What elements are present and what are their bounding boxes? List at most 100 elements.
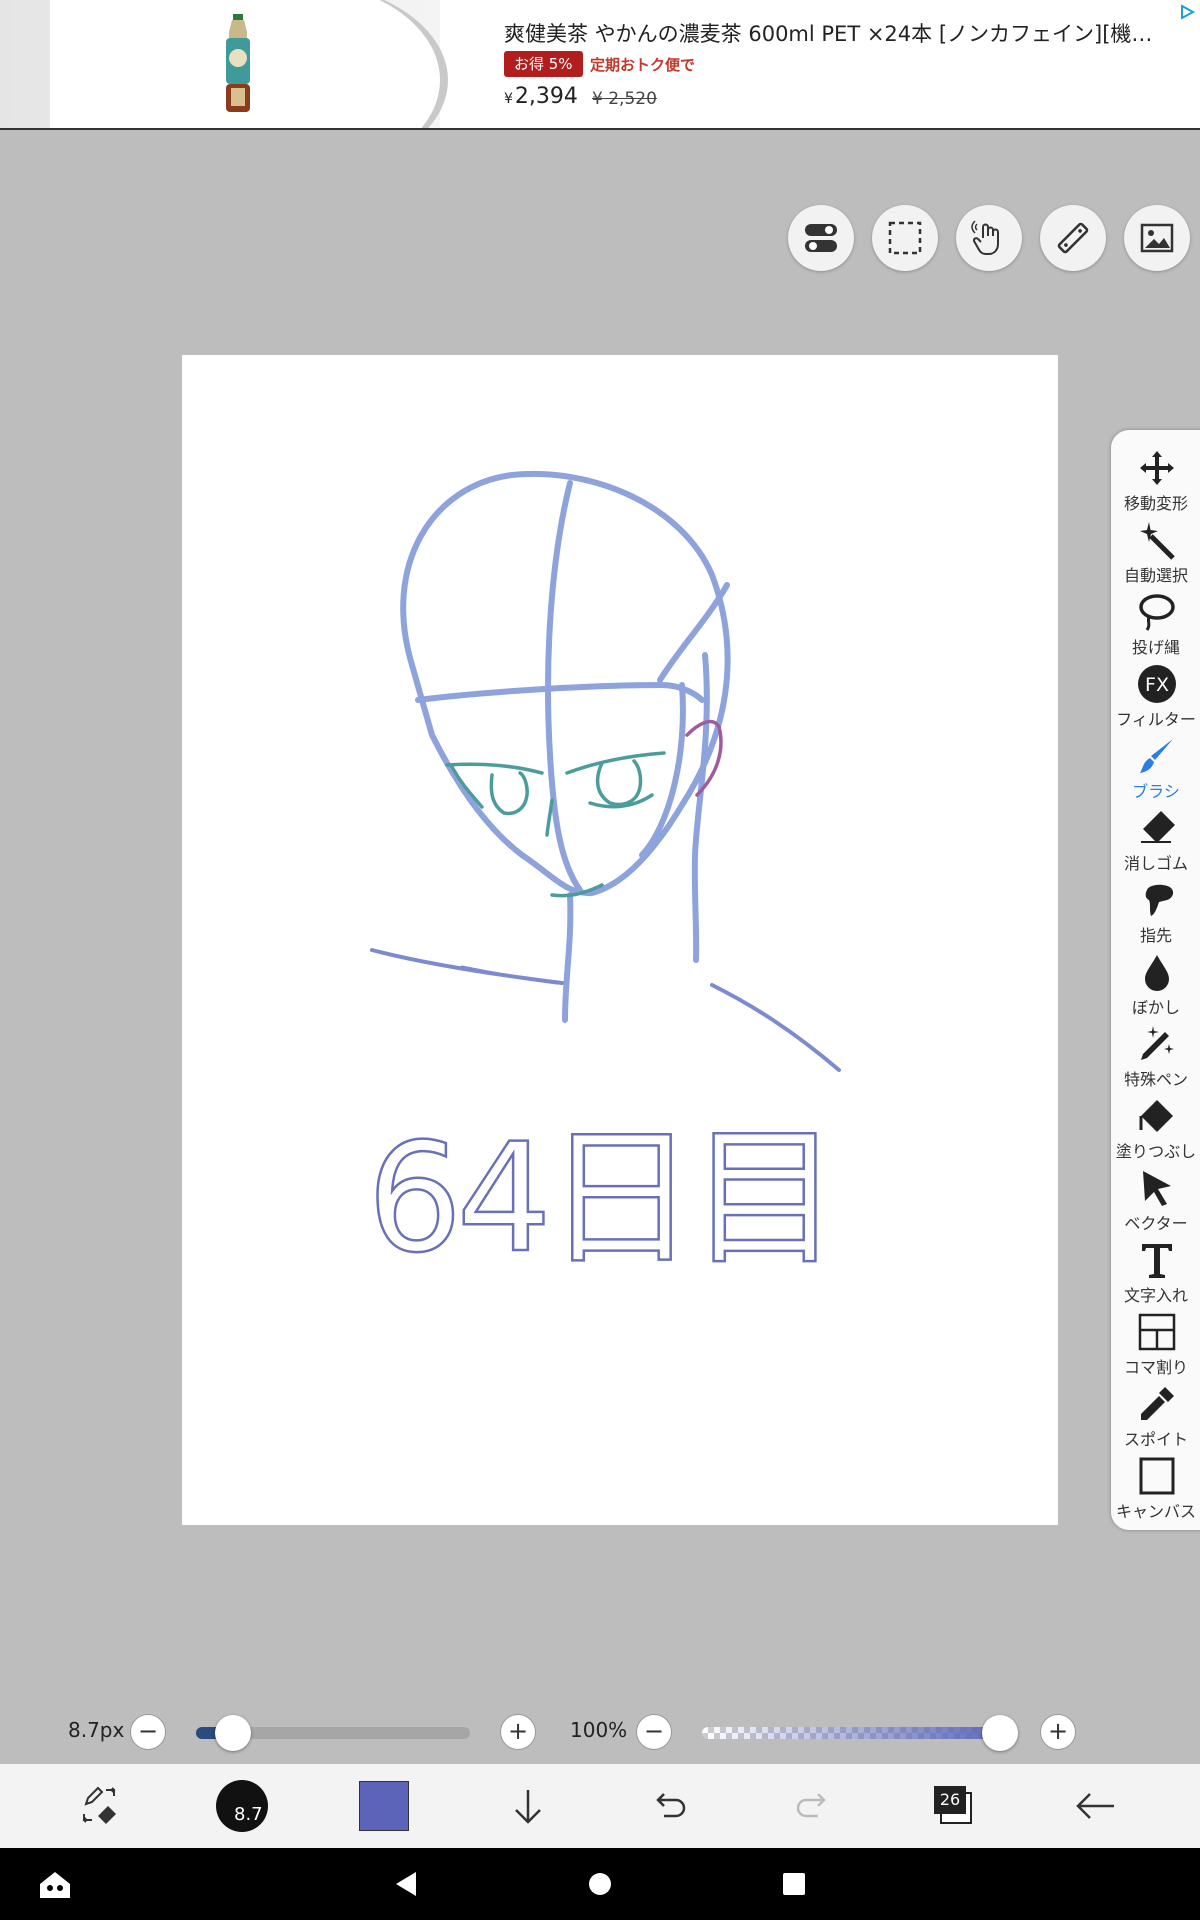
accessibility-icon[interactable] [38, 1870, 72, 1900]
tool-label: キャンバス [1115, 1502, 1196, 1521]
system-navigation-bar [0, 1848, 1200, 1920]
image-icon [1140, 223, 1174, 253]
currency-symbol: ¥ [504, 91, 513, 107]
tool-label: 指先 [1139, 926, 1172, 945]
lasso-icon [1139, 594, 1175, 631]
brush-size-increase-button[interactable]: + [500, 1714, 536, 1750]
brush-size-decrease-button[interactable]: − [130, 1714, 166, 1750]
tool-canvas[interactable]: キャンバス [1111, 1452, 1200, 1524]
tool-label: 投げ縄 [1131, 638, 1180, 657]
tool-lasso[interactable]: 投げ縄 [1111, 588, 1200, 660]
tool-auto-select[interactable]: 自動選択 [1111, 516, 1200, 588]
tool-brush[interactable]: ブラシ [1111, 732, 1200, 804]
tool-palette: 移動変形 自動選択 投げ縄 FX フィルター ブラシ 消しゴム 指先 ぼかし 特… [1111, 430, 1200, 1530]
fill-icon [1139, 1100, 1173, 1132]
ad-price: ¥2,394 [504, 84, 578, 109]
tool-label: 移動変形 [1123, 494, 1188, 513]
ad-old-price: ¥ 2,520 [592, 89, 657, 109]
download-button[interactable] [500, 1778, 556, 1834]
ruler-icon [1057, 222, 1089, 254]
brush-settings-button[interactable]: 8.7 [214, 1778, 270, 1834]
svg-text:FX: FX [1145, 674, 1169, 696]
handwritten-day-label: 64日目 [367, 1112, 834, 1286]
drawing-canvas[interactable]: 64日目 [182, 355, 1058, 1525]
tool-eraser[interactable]: 消しゴム [1111, 804, 1200, 876]
undo-button[interactable] [642, 1778, 698, 1834]
layers-button[interactable]: 26 [926, 1778, 982, 1834]
bottom-toolbar: 8.7 26 [0, 1764, 1200, 1848]
tool-label: 消しゴム [1123, 854, 1188, 873]
ad-title[interactable]: 爽健美茶 やかんの濃麦茶 600ml PET ×24本 [ノンカフェイン][機能… [504, 18, 1172, 48]
tool-label: フィルター [1116, 710, 1196, 729]
ad-banner[interactable]: 爽健美茶 やかんの濃麦茶 600ml PET ×24本 [ノンカフェイン][機能… [0, 0, 1200, 130]
opacity-decrease-button[interactable]: − [636, 1714, 672, 1750]
color-picker-button[interactable] [356, 1778, 412, 1834]
tool-smudge[interactable]: 指先 [1111, 876, 1200, 948]
opacity-slider-knob[interactable] [982, 1715, 1018, 1751]
nav-back-icon[interactable] [392, 1870, 420, 1898]
blur-icon [1145, 955, 1169, 991]
sketch-drawing: 64日目 [366, 471, 841, 1287]
canvas-icon [1139, 1457, 1175, 1495]
layer-count: 26 [934, 1786, 966, 1814]
opacity-slider[interactable] [702, 1727, 1004, 1739]
brush-preview: 8.7 [216, 1780, 268, 1832]
ruler-button[interactable] [1040, 205, 1106, 271]
left-eye-top [445, 762, 544, 775]
eyedropper-icon [1141, 1387, 1174, 1420]
opacity-increase-button[interactable]: + [1040, 1714, 1076, 1750]
reference-image-button[interactable] [1124, 205, 1190, 271]
brow-line [415, 682, 705, 703]
right-eye-top [565, 751, 666, 775]
tool-label: ベクター [1124, 1214, 1188, 1233]
arrow-left-icon [1076, 1793, 1114, 1819]
fx-icon: FX [1138, 665, 1176, 703]
opacity-label: 100% [570, 1718, 628, 1742]
tool-label: ぼかし [1131, 998, 1180, 1017]
tool-label: コマ割り [1123, 1358, 1188, 1377]
tool-label: 自動選択 [1123, 566, 1188, 585]
smudge-icon [1145, 884, 1174, 916]
tool-special-pen[interactable]: 特殊ペン [1111, 1020, 1200, 1092]
text-icon [1142, 1244, 1172, 1278]
layers-icon: 26 [934, 1786, 974, 1826]
head-outline [400, 471, 731, 897]
selection-button[interactable] [872, 205, 938, 271]
tool-panel[interactable]: コマ割り [1111, 1308, 1200, 1380]
selection-icon [888, 221, 922, 255]
tool-filter[interactable]: FX フィルター [1111, 660, 1200, 732]
undo-icon [656, 1793, 686, 1818]
hand-icon [971, 220, 999, 255]
eraser-icon [1141, 811, 1175, 843]
tool-label: スポイト [1123, 1430, 1188, 1449]
discount-badge: お得 5% [504, 51, 583, 77]
brush-size-slider-knob[interactable] [215, 1715, 252, 1751]
tool-vector[interactable]: ベクター [1111, 1164, 1200, 1236]
current-color-swatch [359, 1781, 409, 1831]
swap-pen-eraser-button[interactable] [72, 1778, 128, 1834]
tool-text[interactable]: 文字入れ [1111, 1236, 1200, 1308]
adchoices-icon[interactable] [1178, 3, 1196, 21]
move-icon [1140, 451, 1174, 485]
back-button[interactable] [1068, 1778, 1124, 1834]
magic-wand-icon [1140, 522, 1175, 560]
tool-blur[interactable]: ぼかし [1111, 948, 1200, 1020]
panel-icon [1138, 1313, 1176, 1351]
tea-bottle-icon [226, 14, 250, 112]
nav-recents-icon[interactable] [780, 1870, 808, 1898]
brush-size-label: 8.7px [68, 1718, 125, 1742]
toggle-icon [805, 224, 837, 252]
tool-eyedropper[interactable]: スポイト [1111, 1380, 1200, 1452]
hand-button[interactable] [956, 205, 1022, 271]
redo-button[interactable] [784, 1778, 840, 1834]
tool-move[interactable]: 移動変形 [1111, 444, 1200, 516]
ad-deal-text: 定期おトク便で [590, 56, 696, 74]
price-value: 2,394 [514, 84, 578, 109]
nav-home-icon[interactable] [586, 1870, 614, 1898]
brush-icon [1140, 739, 1173, 773]
vector-icon [1143, 1171, 1171, 1206]
pen-eraser-swap-icon [82, 1786, 116, 1824]
tool-fill[interactable]: 塗りつぶし [1111, 1092, 1200, 1164]
special-pen-icon [1141, 1026, 1174, 1060]
toggle-button[interactable] [788, 205, 854, 271]
